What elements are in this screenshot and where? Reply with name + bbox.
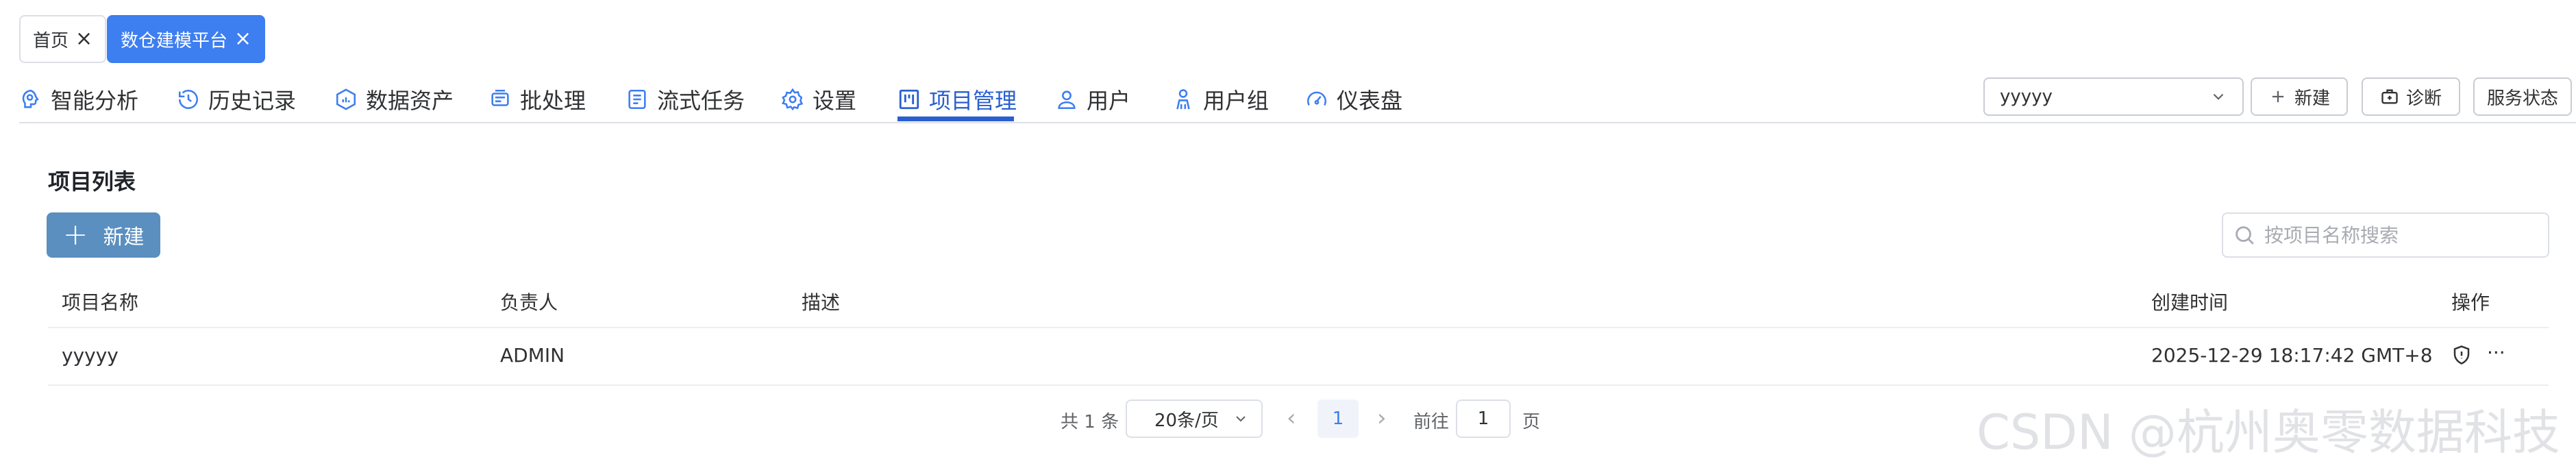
kanban-icon — [899, 89, 919, 110]
nav-divider — [19, 122, 2576, 123]
project-select-value: yyyyy — [2000, 86, 2053, 107]
goto-page-input[interactable]: 1 — [1456, 400, 1511, 438]
nav-label: 智能分析 — [51, 88, 139, 114]
prev-page-button[interactable]: ‹ — [1287, 404, 1296, 432]
nav-item-history[interactable]: 历史记录 — [177, 79, 296, 120]
stream-task-icon — [628, 89, 646, 110]
batch-icon — [491, 89, 509, 106]
nav-item-project-management[interactable]: 项目管理 — [897, 79, 1017, 120]
dashboard-icon — [1306, 91, 1327, 106]
nav-item-data-assets[interactable]: 数据资产 — [334, 79, 454, 120]
service-status-button[interactable]: 服务状态 — [2473, 77, 2572, 116]
toolbar-new-button[interactable]: 新建 — [2251, 77, 2348, 116]
page-title: 项目列表 — [48, 169, 136, 195]
plus-icon: + — [62, 217, 88, 252]
cell-created-time: 2025-12-29 18:17:42 GMT+8 — [2151, 344, 2433, 367]
chevron-down-icon — [2213, 93, 2224, 100]
nav-label: 用户 — [1087, 88, 1131, 114]
watermark: CSDN @杭州奥零数据科技 — [1977, 404, 2560, 461]
pagination-total: 共 1 条 — [1061, 412, 1119, 432]
nav-item-users[interactable]: 用户 — [1055, 79, 1130, 120]
page-number-current[interactable]: 1 — [1317, 400, 1359, 438]
page-size-value: 20条/页 — [1154, 410, 1219, 431]
nav-label: 用户组 — [1203, 88, 1270, 114]
brain-icon — [22, 89, 39, 108]
new-project-label: 新建 — [103, 225, 145, 249]
toolbar-new-label: 新建 — [2294, 88, 2330, 109]
column-header-owner: 负责人 — [500, 291, 558, 314]
nav-item-settings[interactable]: 设置 — [781, 79, 856, 120]
page-tab-modeling-platform[interactable]: 数仓建模平台 × — [107, 15, 266, 63]
close-icon[interactable]: × — [75, 29, 92, 49]
gear-icon — [782, 88, 804, 111]
nav-item-user-groups[interactable]: 用户组 — [1172, 79, 1269, 120]
more-actions-icon[interactable]: ··· — [2487, 341, 2505, 364]
nav-item-smart-analysis[interactable]: 智能分析 — [19, 79, 138, 120]
history-icon — [178, 90, 199, 110]
nav-item-batch[interactable]: 批处理 — [488, 79, 586, 120]
chevron-down-icon — [1236, 416, 1246, 422]
column-header-description: 描述 — [802, 291, 841, 314]
project-search[interactable] — [2222, 212, 2549, 258]
close-icon[interactable]: × — [234, 29, 251, 49]
nav-item-dashboard[interactable]: 仪表盘 — [1305, 79, 1402, 120]
nav-label: 仪表盘 — [1337, 88, 1403, 114]
project-select[interactable]: yyyyy — [1983, 77, 2244, 116]
nav-label: 设置 — [813, 88, 857, 114]
active-tab-indicator — [897, 116, 1014, 121]
plus-icon — [2272, 90, 2284, 103]
medkit-icon — [2381, 89, 2398, 104]
diagnose-label: 诊断 — [2405, 88, 2442, 109]
column-header-created-time: 创建时间 — [2151, 291, 2229, 314]
nav-item-stream-tasks[interactable]: 流式任务 — [626, 79, 745, 120]
table-row-divider — [48, 384, 2549, 386]
diagnose-button[interactable]: 诊断 — [2362, 77, 2460, 116]
nav-label: 项目管理 — [929, 88, 1017, 114]
page-tab-label: 数仓建模平台 — [121, 30, 228, 51]
table-header-divider — [48, 327, 2549, 328]
nav-label: 历史记录 — [208, 88, 297, 114]
search-icon — [2236, 226, 2254, 245]
page-suffix: 页 — [1522, 412, 1541, 432]
page-tab-label: 首页 — [33, 30, 69, 51]
data-asset-icon — [336, 88, 356, 110]
page-size-select[interactable]: 20条/页 — [1126, 400, 1263, 438]
user-group-icon — [1176, 89, 1190, 110]
column-header-project-name: 项目名称 — [62, 291, 139, 314]
goto-label: 前往 — [1413, 412, 1450, 432]
page-tab-home[interactable]: 首页 × — [19, 15, 107, 63]
nav-label: 数据资产 — [366, 88, 454, 114]
user-icon — [1058, 90, 1076, 110]
service-status-label: 服务状态 — [2486, 88, 2558, 109]
new-project-button[interactable]: + 新建 — [47, 212, 160, 258]
shield-icon[interactable] — [2451, 345, 2472, 365]
cell-owner: ADMIN — [500, 344, 565, 367]
column-header-actions: 操作 — [2451, 291, 2490, 314]
cell-project-name: yyyyy — [62, 344, 119, 367]
nav-label: 批处理 — [520, 88, 586, 114]
next-page-button[interactable]: › — [1377, 404, 1387, 432]
search-input[interactable] — [2263, 223, 2540, 247]
nav-label: 流式任务 — [657, 88, 745, 114]
